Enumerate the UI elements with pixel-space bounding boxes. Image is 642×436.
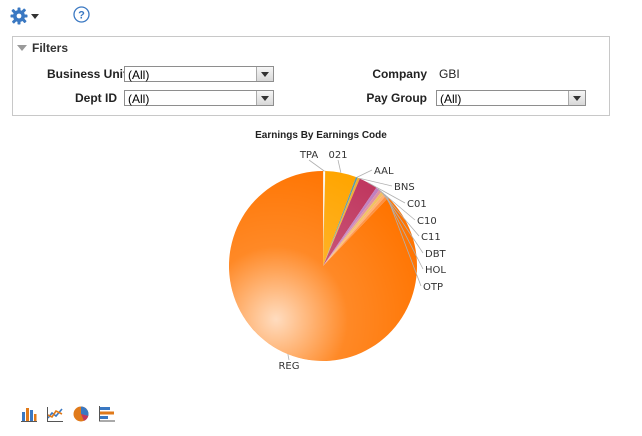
dept-id-value: (All): [128, 92, 150, 106]
bar-chart-button[interactable]: [20, 405, 38, 423]
pie-label-c11: C11: [421, 232, 441, 243]
filters-title: Filters: [32, 41, 69, 55]
horizontal-bar-chart-icon: [99, 406, 115, 422]
pie-chart-icon: [73, 406, 89, 422]
line-chart-button[interactable]: [46, 405, 64, 423]
toolbar: ?: [10, 6, 90, 26]
leader-line-021: [337, 159, 342, 173]
pie-label-c01: C01: [407, 199, 427, 210]
pay-group-select[interactable]: (All): [436, 90, 586, 106]
pie-chart-button[interactable]: [72, 405, 90, 423]
filters-toggle[interactable]: Filters: [17, 41, 68, 55]
business-unit-value: (All): [128, 68, 150, 82]
pie-slice-reg[interactable]: [228, 171, 417, 361]
pie-label-c10: C10: [417, 216, 437, 227]
horizontal-bar-chart-button[interactable]: [98, 405, 116, 423]
chevron-down-icon: [31, 13, 39, 19]
filters-panel: Filters Business Unit (All) Dept ID (All…: [12, 36, 610, 116]
bar-chart-icon: [21, 408, 37, 422]
help-icon: ?: [73, 6, 90, 23]
pie-label-hol: HOL: [425, 265, 446, 276]
help-button[interactable]: ?: [73, 6, 90, 26]
business-unit-select[interactable]: (All): [124, 66, 274, 82]
chevron-down-icon: [256, 91, 273, 105]
chart-type-toolbar: [20, 405, 116, 423]
company-label: Company: [372, 67, 427, 81]
settings-menu-button[interactable]: [10, 7, 39, 25]
chevron-down-icon: [568, 91, 585, 105]
svg-text:?: ?: [78, 10, 85, 22]
pay-group-label: Pay Group: [366, 91, 427, 105]
leader-line-reg: [287, 354, 290, 361]
pie-label-021: 021: [328, 150, 347, 161]
earnings-pie-chart: TPA 021 AALBNS C01 C10 C11 DBT HOL OTP REG: [228, 150, 447, 372]
collapse-triangle-icon: [17, 45, 27, 51]
pie-label-reg: REG: [278, 361, 299, 372]
line-chart-icon: [47, 407, 63, 422]
chevron-down-icon: [256, 67, 273, 81]
dept-id-select[interactable]: (All): [124, 90, 274, 106]
pie-label-tpa: TPA: [299, 150, 318, 161]
pay-group-value: (All): [440, 92, 462, 106]
leader-line-aal: [356, 169, 373, 178]
pie-label-aal: AAL: [374, 166, 394, 177]
leader-line-tpa: [308, 159, 325, 172]
business-unit-label: Business Unit: [46, 67, 127, 81]
company-value: GBI: [439, 67, 460, 81]
pie-label-bns: BNS: [394, 182, 415, 193]
pie-label-dbt: DBT: [425, 249, 447, 260]
dept-id-label: Dept ID: [75, 91, 117, 105]
gear-icon: [10, 7, 28, 25]
pie-label-otp: OTP: [423, 282, 443, 293]
